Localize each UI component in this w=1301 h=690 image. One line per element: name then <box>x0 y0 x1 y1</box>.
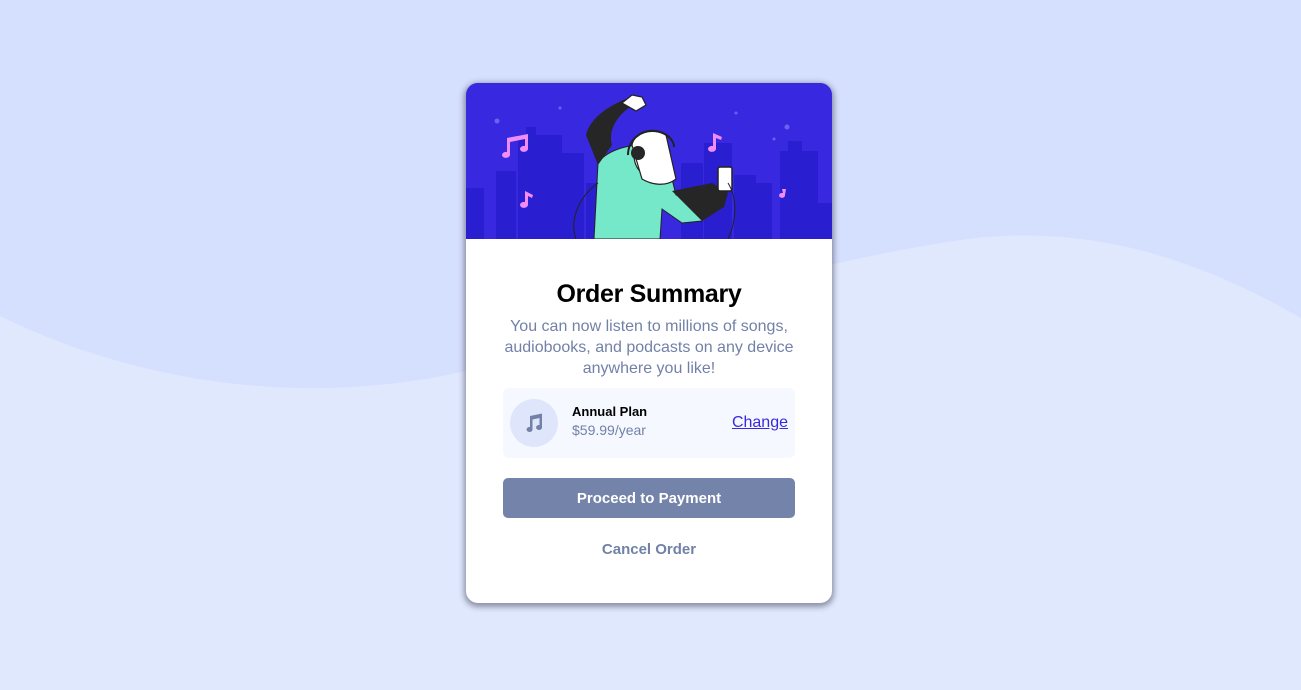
hero-illustration <box>466 83 832 239</box>
change-plan-link[interactable]: Change <box>732 414 788 432</box>
plan-name: Annual Plan <box>572 404 648 419</box>
summary-description: You can now listen to millions of songs,… <box>504 318 794 377</box>
plan-box: Annual Plan $59.99/year Change <box>503 388 795 458</box>
music-note-icon <box>510 399 558 447</box>
plan-price: $59.99/year <box>572 422 646 438</box>
page-title: Order Summary <box>556 280 742 308</box>
proceed-to-payment-button[interactable]: Proceed to Payment <box>503 478 795 518</box>
order-summary-card: Order Summary You can now listen to mill… <box>466 83 832 603</box>
cancel-order-button[interactable]: Cancel Order <box>503 537 795 561</box>
